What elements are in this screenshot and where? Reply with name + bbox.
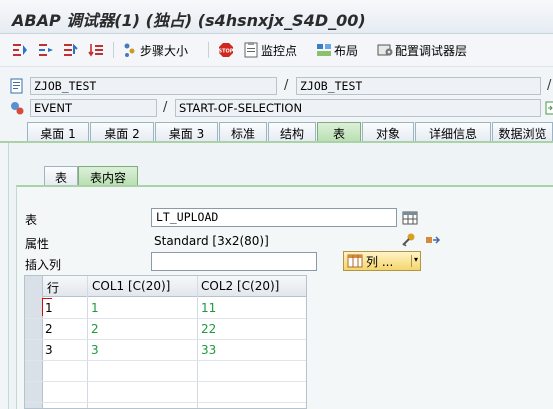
columns-button[interactable]: 列 ... ▾ xyxy=(343,251,421,271)
step-size-button[interactable]: 步骤大小 xyxy=(122,41,188,59)
insert-column-label: 插入列 xyxy=(25,258,62,272)
event-name-field[interactable]: START-OF-SELECTION xyxy=(175,99,541,117)
execute-step-button[interactable] xyxy=(38,41,54,59)
configure-layers-icon xyxy=(377,42,393,58)
main-program-field[interactable]: ZJOB_TEST xyxy=(30,77,277,95)
watchpoint-button[interactable]: 监控点 xyxy=(243,41,297,59)
continue-icon xyxy=(88,42,104,58)
column-divider xyxy=(87,276,88,408)
col1-value[interactable]: 1 xyxy=(91,301,99,315)
subtab-table[interactable]: 表 xyxy=(44,166,78,186)
toolbar: 步骤大小 STOP 监控点 布局 配置调试器层 xyxy=(0,34,553,67)
tab-data-explorer[interactable]: 数据浏览 xyxy=(492,122,553,142)
title-bar: ABAP 调试器(1) (独占) (s4hsnxjx_S4D_00) xyxy=(0,0,553,34)
key-icon[interactable] xyxy=(400,232,416,248)
continue-button[interactable] xyxy=(88,41,104,59)
row-number: 2 xyxy=(45,322,53,336)
stop-button[interactable]: STOP xyxy=(218,41,234,59)
return-button[interactable] xyxy=(63,41,79,59)
tab-desktop-1[interactable]: 桌面 1 xyxy=(27,122,89,142)
row-number: 3 xyxy=(45,343,53,357)
col2-value[interactable]: 33 xyxy=(201,343,216,357)
attribute-label: 属性 xyxy=(25,237,50,251)
navigate-icon[interactable] xyxy=(545,100,553,116)
export-icon[interactable] xyxy=(425,232,441,248)
event-type-field[interactable]: EVENT xyxy=(30,99,157,117)
configure-layers-button[interactable]: 配置调试器层 xyxy=(377,41,467,59)
svg-text:STOP: STOP xyxy=(219,49,234,55)
col2-value[interactable]: 22 xyxy=(201,322,216,336)
stop-icon: STOP xyxy=(218,42,234,58)
cursor-marker xyxy=(42,298,52,316)
layout-button[interactable]: 布局 xyxy=(316,41,358,59)
table-grid: 行 COL1 [C(20)] COL2 [C(20)] 1 1 11 2 2 2… xyxy=(24,275,307,409)
header-col2[interactable]: COL2 [C(20)] xyxy=(201,279,279,293)
row-divider xyxy=(25,339,306,340)
window-title: ABAP 调试器(1) (独占) (s4hsnxjx_S4D_00) xyxy=(12,11,366,30)
layout-icon xyxy=(316,42,332,58)
toolbar-separator xyxy=(208,42,209,58)
row-divider xyxy=(25,402,306,403)
row-divider xyxy=(25,360,306,361)
header-row-number[interactable]: 行 xyxy=(47,279,59,296)
main-tabs: 桌面 1 桌面 2 桌面 3 标准 结构 表 对象 详细信息 数据浏览 xyxy=(0,122,553,142)
col1-value[interactable]: 2 xyxy=(91,322,99,336)
column-divider xyxy=(197,276,198,408)
watchpoint-icon xyxy=(243,42,259,58)
execute-step-icon xyxy=(38,42,54,58)
separator-slash: / xyxy=(547,78,552,93)
single-step-icon xyxy=(12,42,28,58)
row-selector-column[interactable] xyxy=(25,276,43,408)
col1-value[interactable]: 3 xyxy=(91,343,99,357)
program-icon xyxy=(9,78,25,94)
tab-desktop-2[interactable]: 桌面 2 xyxy=(90,122,154,142)
tab-standard[interactable]: 标准 xyxy=(219,122,267,142)
single-step-button[interactable] xyxy=(12,41,28,59)
col2-value[interactable]: 11 xyxy=(201,301,216,315)
tab-structure[interactable]: 结构 xyxy=(268,122,316,142)
tab-tables[interactable]: 表 xyxy=(317,122,361,142)
header-col1[interactable]: COL1 [C(20)] xyxy=(92,279,170,293)
toolbar-separator xyxy=(113,42,114,58)
columns-icon xyxy=(347,254,363,268)
dropdown-arrow-icon: ▾ xyxy=(410,255,418,267)
include-program-field[interactable]: ZJOB_TEST xyxy=(296,77,541,95)
tab-objects[interactable]: 对象 xyxy=(362,122,414,142)
insert-column-input[interactable] xyxy=(151,252,317,271)
return-icon xyxy=(63,42,79,58)
tab-details[interactable]: 详细信息 xyxy=(415,122,491,142)
event-row: EVENT / START-OF-SELECTION xyxy=(0,97,553,119)
subtab-table-contents[interactable]: 表内容 xyxy=(78,166,138,186)
table-view-icon[interactable] xyxy=(402,210,418,226)
step-size-icon xyxy=(122,42,138,58)
program-row: ZJOB_TEST / ZJOB_TEST / xyxy=(0,75,553,97)
attribute-value: Standard [3x2(80)] xyxy=(154,234,269,248)
row-divider xyxy=(25,381,306,382)
row-divider xyxy=(25,318,306,319)
event-icon xyxy=(9,100,25,116)
separator-slash: / xyxy=(163,100,168,115)
separator-slash: / xyxy=(284,78,289,93)
table-label: 表 xyxy=(25,213,38,227)
table-name-input[interactable]: LT_UPLOAD xyxy=(151,208,397,227)
tab-desktop-3[interactable]: 桌面 3 xyxy=(155,122,218,142)
